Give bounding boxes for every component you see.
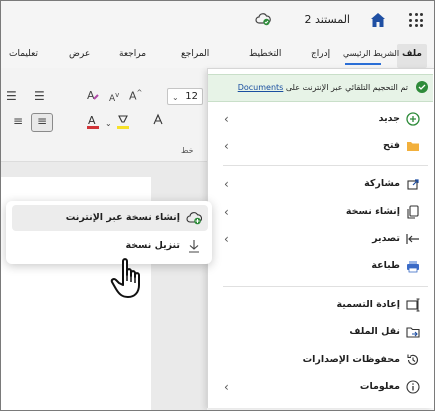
highlight-icon[interactable]	[115, 113, 131, 131]
menu-divider	[223, 286, 428, 287]
menu-item-version-history[interactable]: محفوظات الإصدارات	[220, 353, 420, 369]
font-color-icon[interactable]: A	[85, 113, 101, 131]
tab-review[interactable]: مراجعة	[119, 49, 146, 59]
font-size-box[interactable]: ⌄ 12	[167, 88, 203, 105]
font-size-value: 12	[185, 91, 198, 102]
menu-item-rename[interactable]: إعادة التسمية	[220, 298, 420, 314]
chevron-left-icon: ‹	[224, 112, 229, 126]
chevron-left-icon: ‹	[224, 177, 229, 191]
svg-text:A: A	[87, 89, 95, 102]
folder-icon	[407, 142, 419, 151]
menu-item-label: فتح	[383, 140, 400, 151]
submenu-item-label: تنزيل نسخة	[125, 240, 180, 251]
document-title[interactable]: المستند 2	[305, 13, 351, 26]
active-tab-indicator	[345, 63, 381, 65]
copy-icon	[407, 205, 419, 219]
share-icon	[407, 179, 419, 190]
tab-view[interactable]: عرض	[69, 49, 90, 59]
menu-item-print[interactable]: طباعة	[220, 259, 420, 275]
menu-divider	[223, 165, 428, 166]
export-icon	[406, 234, 419, 244]
tab-layout[interactable]: التخطيط	[249, 49, 281, 59]
tab-file[interactable]: ملف	[397, 44, 427, 68]
documents-link[interactable]: Documents	[238, 83, 284, 92]
svg-text:A: A	[88, 114, 96, 127]
autosave-banner-text: تم التحجيم التلقائي عبر الإنترنت على Doc…	[238, 83, 408, 92]
menu-item-new[interactable]: جديد ‹	[220, 112, 420, 128]
submenu-item-label: إنشاء نسخة عبر الإنترنت	[65, 212, 180, 223]
app-launcher-icon[interactable]	[409, 13, 423, 27]
clear-formatting-icon[interactable]: A	[85, 87, 101, 103]
text-effects-icon[interactable]	[151, 113, 165, 127]
tab-home[interactable]: الشريط الرئيسي	[343, 49, 399, 58]
info-icon	[406, 380, 420, 394]
menu-item-move-file[interactable]: نقل الملف	[220, 325, 420, 341]
menu-item-label: معلومات	[359, 381, 400, 392]
plus-circle-icon	[406, 112, 420, 126]
menu-item-create-copy[interactable]: إنشاء نسخة ‹	[220, 205, 420, 221]
cloud-check-icon	[416, 81, 428, 93]
menu-item-label: نقل الملف	[349, 326, 400, 337]
align-center-icon: ≡	[37, 114, 48, 128]
printer-icon	[407, 261, 419, 273]
cloud-add-icon	[186, 212, 202, 225]
menu-item-export[interactable]: تصدير ‹	[220, 232, 420, 248]
menu-item-label: جديد	[378, 113, 400, 124]
align-right-icon[interactable]: ≡	[13, 114, 23, 128]
menu-item-label: طباعة	[371, 260, 400, 271]
menu-item-open[interactable]: فتح ‹	[220, 139, 420, 155]
chevron-left-icon: ‹	[224, 205, 229, 219]
menu-item-label: إعادة التسمية	[336, 299, 400, 310]
grow-font-icon[interactable]: A^	[129, 89, 142, 103]
menu-item-label: تصدير	[372, 233, 400, 244]
shrink-font-icon[interactable]: Av	[109, 91, 119, 104]
chevron-down-icon[interactable]: ⌄	[105, 119, 112, 128]
banner-message: تم التحجيم التلقائي عبر الإنترنت على	[285, 83, 408, 92]
download-icon	[189, 240, 199, 253]
hand-pointer-icon	[110, 258, 140, 298]
menu-item-info[interactable]: معلومات ‹	[220, 380, 420, 396]
chevron-down-icon: ⌄	[172, 93, 179, 102]
tab-insert[interactable]: إدراج	[311, 49, 330, 59]
chevron-left-icon: ‹	[224, 139, 229, 153]
bullets-icon[interactable]: ☰	[34, 89, 45, 103]
menu-item-label: محفوظات الإصدارات	[302, 354, 400, 365]
menu-item-label: مشاركة	[364, 178, 400, 189]
tab-help[interactable]: تعليمات	[9, 49, 38, 59]
chevron-left-icon: ‹	[224, 380, 229, 394]
history-icon	[407, 354, 419, 365]
font-group-label: خط	[181, 146, 194, 155]
cloud-sync-icon[interactable]	[255, 12, 271, 26]
submenu-item-create-online-copy[interactable]: إنشاء نسخة عبر الإنترنت	[12, 205, 208, 231]
title-bar: المستند 2	[1, 1, 434, 41]
chevron-left-icon: ‹	[224, 232, 229, 246]
home-icon[interactable]	[369, 11, 387, 29]
rename-icon	[406, 298, 420, 312]
tab-references[interactable]: المراجع	[181, 49, 209, 59]
menu-item-label: إنشاء نسخة	[345, 206, 400, 217]
app-window: المستند 2 ملف الشريط الرئيسي إدراج التخط…	[0, 0, 435, 411]
menu-item-share[interactable]: مشاركة ‹	[220, 177, 420, 193]
move-folder-icon	[406, 327, 420, 338]
numbering-icon[interactable]: ☰	[6, 89, 17, 103]
